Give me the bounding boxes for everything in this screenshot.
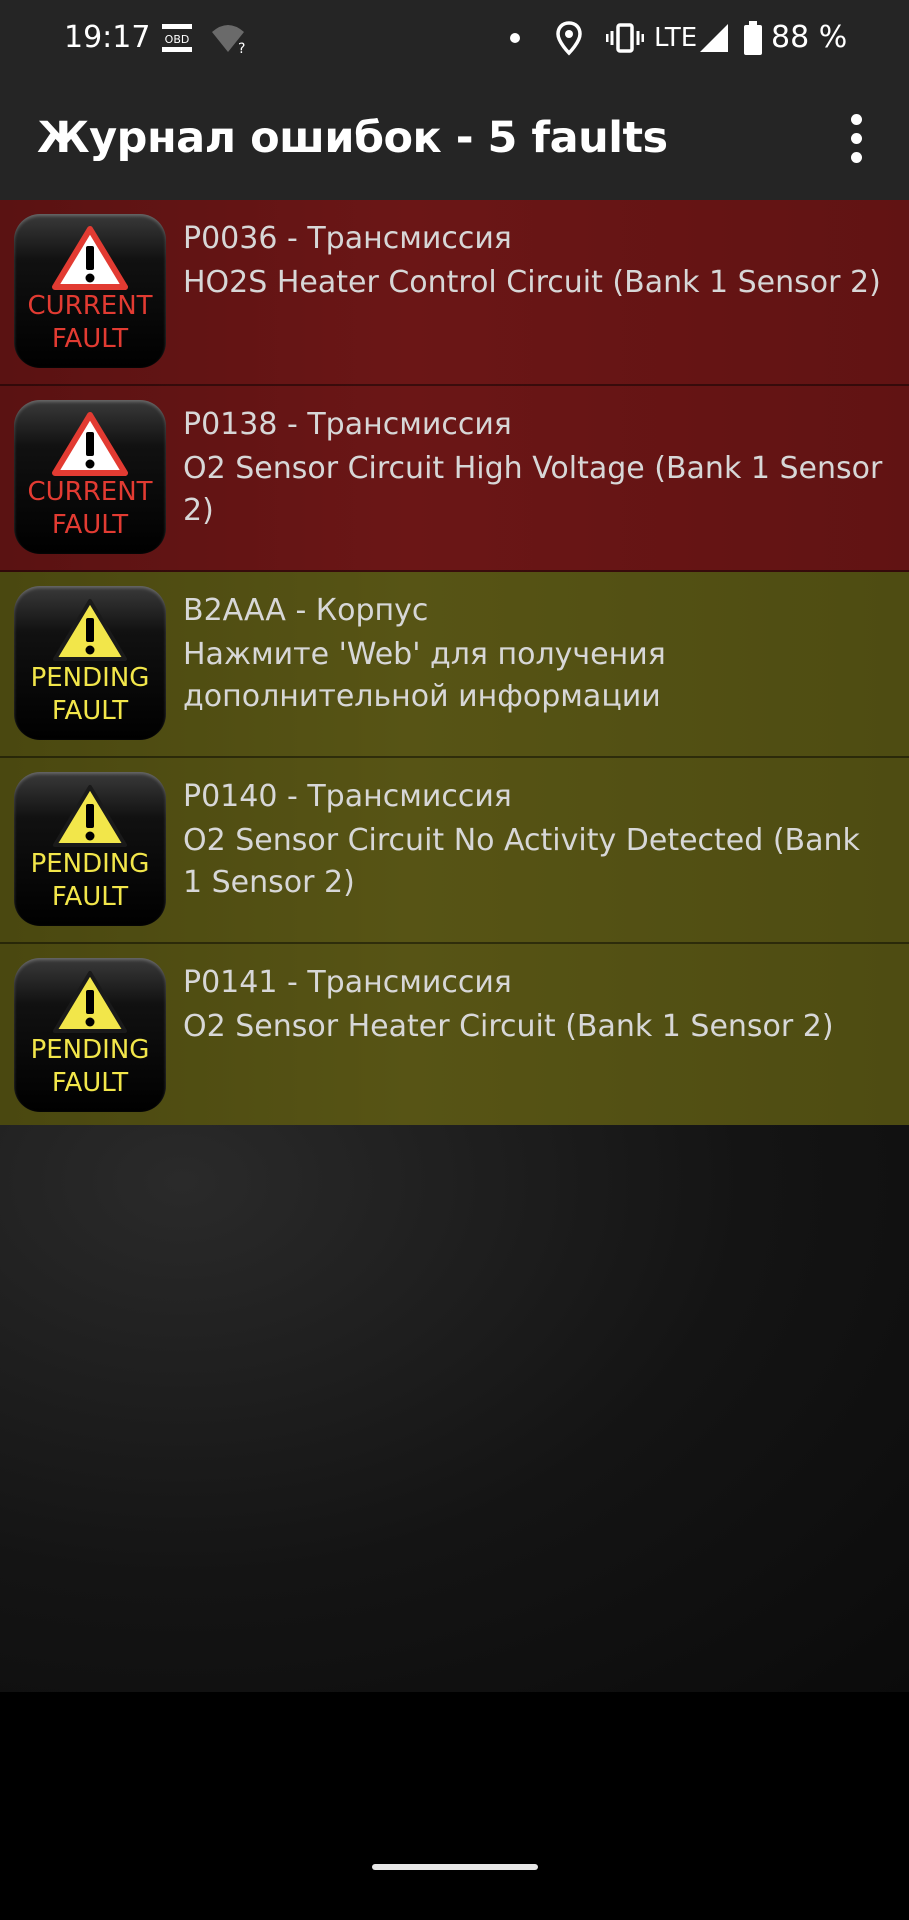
badge-label-status: CURRENT — [27, 291, 153, 321]
fault-code: P0138 - Трансмиссия — [183, 407, 512, 442]
current-fault-badge: CURRENT FAULT — [14, 400, 166, 554]
warning-triangle-icon — [53, 785, 127, 847]
page-title: Журнал ошибок - 5 faults — [37, 113, 668, 163]
warning-triangle-icon — [52, 226, 128, 290]
svg-text:OBD: OBD — [165, 33, 190, 46]
fault-description: O2 Sensor Circuit No Activity Detected (… — [183, 823, 860, 900]
fault-row[interactable]: PENDING FAULT P0141 - Трансмиссия O2 Sen… — [0, 944, 909, 1130]
badge-label-status: PENDING — [30, 849, 150, 879]
gesture-navigation-handle[interactable] — [372, 1864, 538, 1870]
fault-description: Нажмите 'Web' для получения дополнительн… — [183, 637, 666, 714]
empty-list-area — [0, 1125, 909, 1692]
vibrate-icon — [606, 20, 644, 56]
fault-code: P0140 - Трансмиссия — [183, 779, 512, 814]
fault-row[interactable]: CURRENT FAULT P0138 - Трансмиссия O2 Sen… — [0, 386, 909, 572]
current-fault-badge: CURRENT FAULT — [14, 214, 166, 368]
notification-dot-icon — [508, 20, 522, 56]
badge-label-fault: FAULT — [51, 324, 129, 354]
fault-list: CURRENT FAULT P0036 - Трансмиссия HO2S H… — [0, 200, 909, 1130]
badge-label-status: PENDING — [30, 1035, 150, 1065]
battery-icon — [742, 20, 764, 56]
pending-fault-badge: PENDING FAULT — [14, 586, 166, 740]
fault-row[interactable]: PENDING FAULT P0140 - Трансмиссия O2 Sen… — [0, 758, 909, 944]
status-bar: 19:17 OBD ? LTE 88 % — [0, 0, 909, 76]
warning-triangle-icon — [53, 599, 127, 661]
signal-icon — [698, 20, 730, 56]
network-type: LTE — [654, 23, 698, 53]
fault-code: P0141 - Трансмиссия — [183, 965, 512, 1000]
obd-icon: OBD — [160, 20, 194, 56]
warning-triangle-icon — [52, 412, 128, 476]
fault-description: O2 Sensor Heater Circuit (Bank 1 Sensor … — [183, 1009, 834, 1044]
svg-text:?: ? — [238, 41, 245, 56]
wifi-unknown-icon: ? — [210, 20, 246, 56]
status-time: 19:17 — [64, 20, 151, 55]
warning-triangle-icon — [53, 971, 127, 1033]
fault-code: P0036 - Трансмиссия — [183, 221, 512, 256]
battery-percentage: 88 % — [771, 20, 848, 55]
badge-label-status: PENDING — [30, 663, 150, 693]
pending-fault-badge: PENDING FAULT — [14, 958, 166, 1112]
fault-description: HO2S Heater Control Circuit (Bank 1 Sens… — [183, 265, 881, 300]
fault-row[interactable]: CURRENT FAULT P0036 - Трансмиссия HO2S H… — [0, 200, 909, 386]
badge-label-fault: FAULT — [51, 510, 129, 540]
badge-label-fault: FAULT — [51, 1068, 129, 1098]
badge-label-status: CURRENT — [27, 477, 153, 507]
location-icon — [556, 20, 582, 56]
badge-label-fault: FAULT — [51, 882, 129, 912]
fault-description: O2 Sensor Circuit High Voltage (Bank 1 S… — [183, 451, 883, 528]
app-bar: Журнал ошибок - 5 faults — [0, 76, 909, 200]
more-vert-icon[interactable] — [832, 106, 882, 170]
fault-row[interactable]: PENDING FAULT B2AAA - Корпус Нажмите 'We… — [0, 572, 909, 758]
pending-fault-badge: PENDING FAULT — [14, 772, 166, 926]
fault-code: B2AAA - Корпус — [183, 593, 429, 628]
badge-label-fault: FAULT — [51, 696, 129, 726]
